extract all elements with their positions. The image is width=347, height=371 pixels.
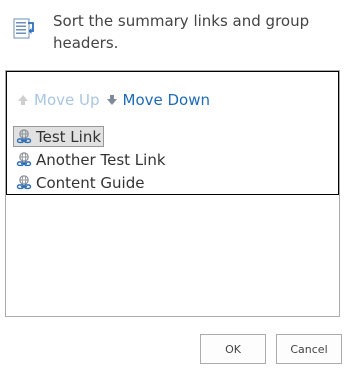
- sort-list-icon: [12, 17, 36, 41]
- arrow-down-icon: [106, 94, 123, 106]
- list-item[interactable]: Content Guide: [11, 171, 331, 194]
- link-icon: [14, 174, 36, 192]
- move-up-button[interactable]: Move Up: [17, 91, 100, 109]
- list-item[interactable]: Another Test Link: [11, 148, 331, 171]
- links-box: Move Up Move Down Test Link Another Test…: [6, 71, 339, 195]
- ok-button[interactable]: OK: [200, 334, 266, 364]
- cancel-button[interactable]: Cancel: [276, 334, 342, 364]
- link-icon: [14, 128, 36, 146]
- move-down-button[interactable]: Move Down: [106, 91, 211, 109]
- link-label: Content Guide: [36, 173, 145, 192]
- sort-toolbar: Move Up Move Down: [17, 89, 210, 111]
- page-description: Sort the summary links and group headers…: [53, 12, 310, 52]
- move-up-label: Move Up: [34, 91, 100, 109]
- arrow-up-icon: [17, 94, 34, 106]
- link-label: Another Test Link: [36, 150, 166, 169]
- list-item[interactable]: Test Link: [11, 125, 331, 148]
- link-icon: [14, 151, 36, 169]
- move-down-label: Move Down: [122, 91, 211, 109]
- sort-panel: Move Up Move Down Test Link Another Test…: [5, 70, 340, 317]
- summary-link-list: Test Link Another Test Link Content Guid…: [11, 125, 331, 194]
- link-label: Test Link: [36, 127, 102, 146]
